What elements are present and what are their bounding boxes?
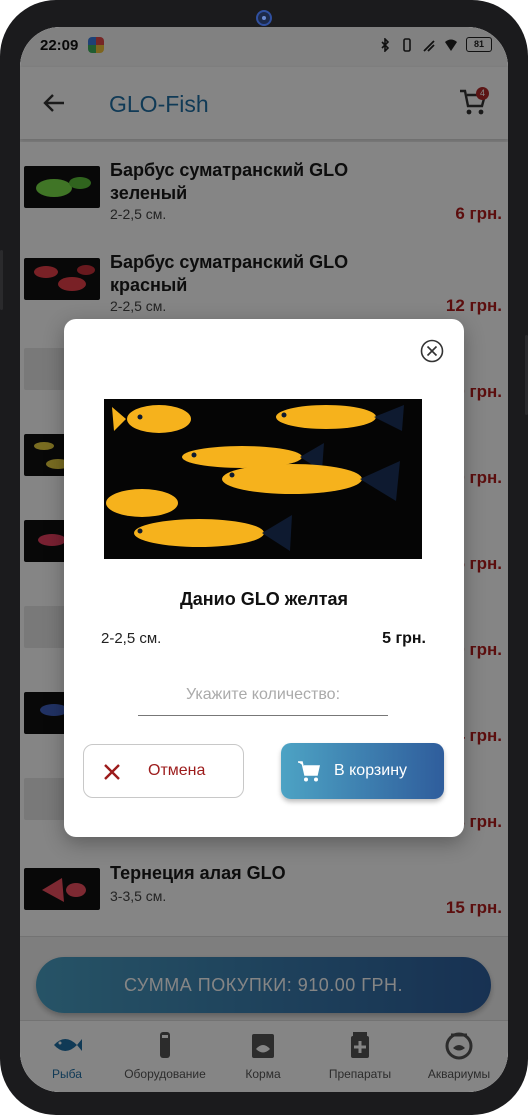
dialog-price: 5 грн. xyxy=(382,630,426,647)
cancel-label: Отмена xyxy=(148,762,206,779)
volume-button xyxy=(0,250,3,310)
close-icon xyxy=(104,764,120,780)
add-to-cart-label: В корзину xyxy=(334,762,408,779)
cart-icon xyxy=(298,761,320,782)
dialog-size: 2-2,5 см. xyxy=(101,630,162,647)
product-image xyxy=(104,399,422,559)
product-dialog: Данио GLO желтая 2-2,5 см. 5 грн. Отмена… xyxy=(64,319,464,837)
phone-frame: 22:09 81 GLO-Fish 4 Барбус суматранский … xyxy=(0,0,528,1115)
screen: 22:09 81 GLO-Fish 4 Барбус суматранский … xyxy=(20,27,508,1092)
dialog-title: Данио GLO желтая xyxy=(179,589,349,609)
quantity-input[interactable] xyxy=(138,675,388,716)
cancel-button[interactable]: Отмена xyxy=(83,744,244,798)
front-camera xyxy=(256,10,272,26)
close-icon[interactable] xyxy=(420,339,444,363)
add-to-cart-button[interactable]: В корзину xyxy=(281,743,444,799)
